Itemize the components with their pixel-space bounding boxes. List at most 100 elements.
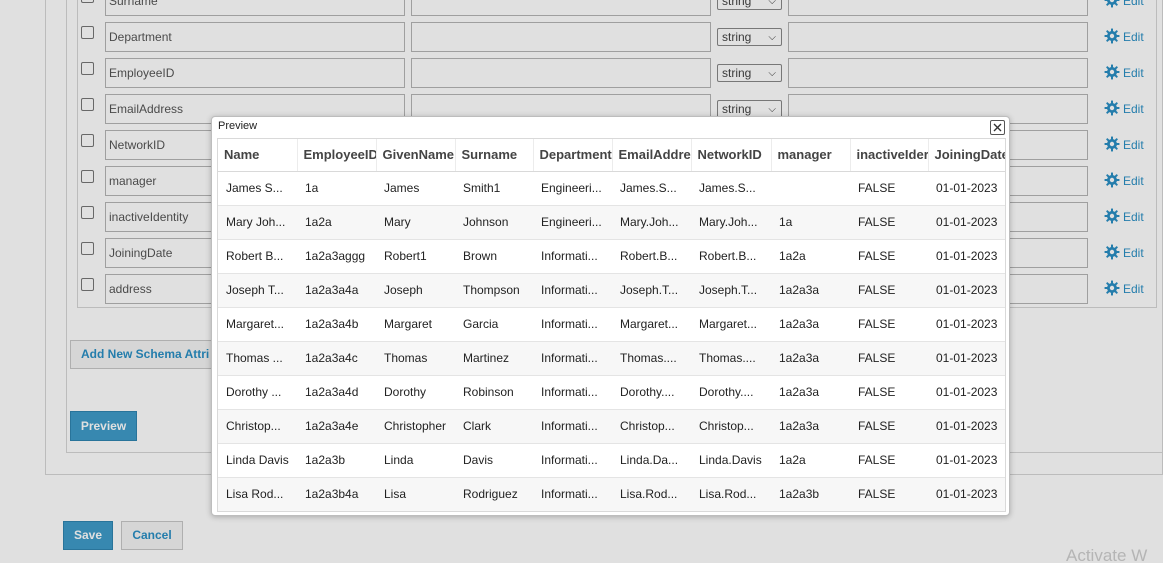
table-cell: Joseph.T... <box>612 273 691 308</box>
table-cell: Mary.Joh... <box>612 205 691 240</box>
table-cell: 1a2a3a <box>771 375 850 410</box>
column-header[interactable]: inactiveIder <box>850 139 929 172</box>
table-cell: 01-01-2023 <box>928 409 1005 444</box>
table-cell: Joseph T... <box>218 273 297 308</box>
table-cell: 01-01-2023 <box>928 443 1005 478</box>
table-cell: Linda <box>376 443 455 478</box>
column-header[interactable]: EmployeeID <box>297 139 377 172</box>
table-cell: Thomas <box>376 341 455 376</box>
table-cell: 1a2a3a4d <box>297 375 376 410</box>
table-cell: 1a <box>771 205 850 240</box>
column-header[interactable]: Department <box>533 139 613 172</box>
table-row[interactable]: Thomas ... 1a2a3a4c Thomas Martinez Informat… <box>218 341 1005 376</box>
table-cell: James.S... <box>612 171 691 206</box>
table-cell: Robert.B... <box>691 239 771 274</box>
table-cell: 01-01-2023 <box>928 307 1005 342</box>
table-cell: FALSE <box>850 409 928 444</box>
table-cell: Informati... <box>533 409 612 444</box>
preview-dialog: Preview Name EmployeeID GivenName Surname De… <box>211 116 1010 516</box>
table-cell: Robert B... <box>218 239 297 274</box>
table-cell: Johnson <box>455 205 533 240</box>
table-row[interactable]: James S... 1a James Smith1 Engineeri... James… <box>218 171 1005 206</box>
table-cell: FALSE <box>850 205 928 240</box>
table-cell: Linda.Da... <box>612 443 691 478</box>
table-cell: James S... <box>218 171 297 206</box>
column-header[interactable]: JoiningDate <box>928 139 1005 172</box>
preview-table: Name EmployeeID GivenName Surname Department… <box>218 139 1005 511</box>
table-cell: Christopher <box>376 409 455 444</box>
table-cell: Engineeri... <box>533 171 612 206</box>
column-header[interactable]: Surname <box>455 139 534 172</box>
table-cell: Informati... <box>533 239 612 274</box>
table-cell: Margaret... <box>612 307 691 342</box>
table-row[interactable]: Linda Davis 1a2a3b Linda Davis Informati... L… <box>218 443 1005 478</box>
table-cell: Linda Davis <box>218 443 297 478</box>
column-header[interactable]: Name <box>218 139 298 172</box>
table-cell: Joseph <box>376 273 455 308</box>
table-cell: 1a2a3b <box>771 477 850 511</box>
table-cell: Linda.Davis <box>691 443 771 478</box>
table-cell: 1a2a3b <box>297 443 376 478</box>
table-cell: 1a <box>297 171 376 206</box>
column-header[interactable]: manager <box>771 139 851 172</box>
table-cell: 01-01-2023 <box>928 341 1005 376</box>
table-row[interactable]: Lisa Rod... 1a2a3b4a Lisa Rodriguez Informat… <box>218 477 1005 511</box>
table-cell: Thompson <box>455 273 533 308</box>
table-body: James S... 1a James Smith1 Engineeri... James… <box>218 171 1005 511</box>
table-row[interactable]: Joseph T... 1a2a3a4a Joseph Thompson Informa… <box>218 273 1005 308</box>
table-cell: James <box>376 171 455 206</box>
table-cell: Robinson <box>455 375 533 410</box>
table-cell: Lisa <box>376 477 455 511</box>
column-header[interactable]: NetworkID <box>691 139 772 172</box>
table-row[interactable]: Robert B... 1a2a3aggg Robert1 Brown Informat… <box>218 239 1005 274</box>
table-cell: Davis <box>455 443 533 478</box>
table-cell: Joseph.T... <box>691 273 771 308</box>
close-icon[interactable] <box>990 120 1005 135</box>
table-cell: 1a2a3a <box>771 273 850 308</box>
table-cell: 01-01-2023 <box>928 205 1005 240</box>
table-cell: 1a2a3a <box>771 307 850 342</box>
table-cell: 1a2a3a <box>771 341 850 376</box>
table-cell: Informati... <box>533 477 612 511</box>
table-cell: Dorothy.... <box>691 375 771 410</box>
table-cell: Margaret... <box>691 307 771 342</box>
table-row[interactable]: Margaret... 1a2a3a4b Margaret Garcia Informa… <box>218 307 1005 342</box>
table-cell: FALSE <box>850 443 928 478</box>
table-cell: Clark <box>455 409 533 444</box>
table-cell: Brown <box>455 239 533 274</box>
table-cell: 1a2a3a <box>771 409 850 444</box>
table-cell: Garcia <box>455 307 533 342</box>
table-cell: Lisa.Rod... <box>612 477 691 511</box>
table-cell: Dorothy.... <box>612 375 691 410</box>
table-cell: 01-01-2023 <box>928 273 1005 308</box>
table-cell: FALSE <box>850 307 928 342</box>
table-row[interactable]: Dorothy ... 1a2a3a4d Dorothy Robinson Inform… <box>218 375 1005 410</box>
table-cell: Dorothy ... <box>218 375 297 410</box>
table-cell: Thomas.... <box>691 341 771 376</box>
table-cell: 1a2a3a4e <box>297 409 376 444</box>
table-cell: Mary <box>376 205 455 240</box>
table-cell: FALSE <box>850 171 928 206</box>
column-header[interactable]: EmailAddre <box>612 139 692 172</box>
table-row[interactable]: Mary Joh... 1a2a Mary Johnson Engineeri... Ma… <box>218 205 1005 240</box>
table-cell: Thomas.... <box>612 341 691 376</box>
table-cell: Rodriguez <box>455 477 533 511</box>
table-cell: 1a2a3a4c <box>297 341 376 376</box>
table-cell: Christop... <box>218 409 297 444</box>
table-cell: Thomas ... <box>218 341 297 376</box>
table-row[interactable]: Christop... 1a2a3a4e Christopher Clark Infor… <box>218 409 1005 444</box>
table-cell: 1a2a3a4b <box>297 307 376 342</box>
table-cell: 1a2a3a4a <box>297 273 376 308</box>
table-cell: Informati... <box>533 307 612 342</box>
table-cell: Dorothy <box>376 375 455 410</box>
table-cell: FALSE <box>850 341 928 376</box>
table-cell: Smith1 <box>455 171 533 206</box>
table-cell: Mary.Joh... <box>691 205 771 240</box>
table-cell: FALSE <box>850 375 928 410</box>
column-header[interactable]: GivenName <box>376 139 456 172</box>
table-cell: Robert1 <box>376 239 455 274</box>
table-cell: Engineeri... <box>533 205 612 240</box>
table-cell: 01-01-2023 <box>928 375 1005 410</box>
table-cell: FALSE <box>850 477 928 511</box>
table-cell: 01-01-2023 <box>928 477 1005 511</box>
